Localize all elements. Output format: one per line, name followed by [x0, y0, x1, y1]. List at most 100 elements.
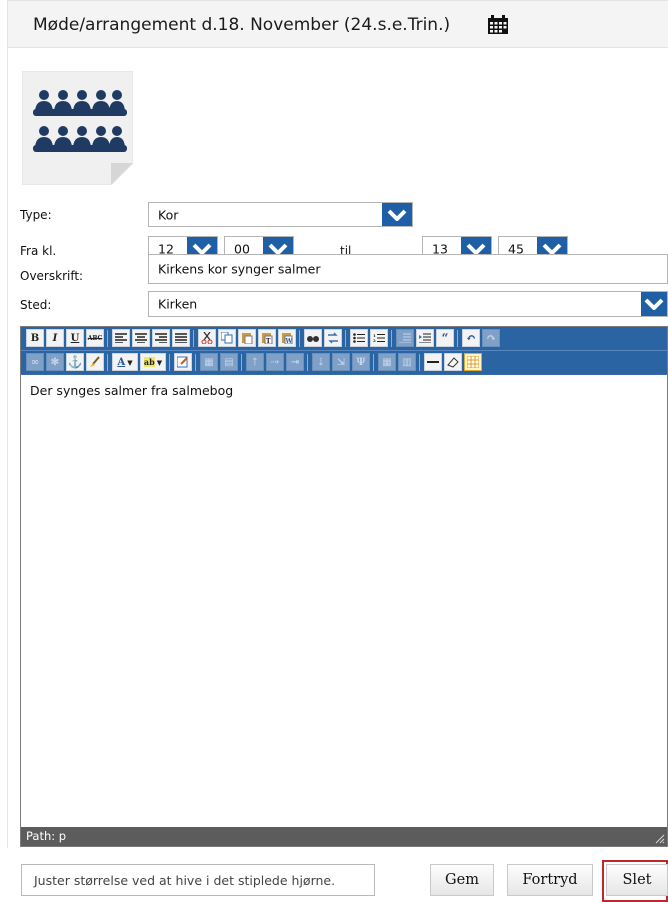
type-dropdown-button[interactable] — [382, 203, 412, 226]
undo-icon: ↶ — [465, 331, 477, 345]
align-right-button[interactable] — [152, 329, 170, 347]
align-left-icon — [115, 333, 127, 343]
type-select[interactable]: Kor — [148, 202, 413, 227]
strikethrough-button[interactable]: ABC — [86, 329, 104, 347]
copy-button[interactable] — [218, 329, 236, 347]
table-props-icon: ▤ — [224, 356, 234, 368]
grid-icon — [467, 356, 479, 368]
unlink-icon: ✻ — [50, 356, 60, 368]
anchor-button[interactable]: ⚓ — [66, 353, 84, 371]
eraser-icon — [447, 357, 459, 368]
heading-input[interactable]: Kirkens kor synger salmer — [148, 254, 668, 284]
editor-content-area[interactable]: Der synges salmer fra salmebog — [21, 375, 667, 827]
underline-button[interactable]: U — [66, 329, 84, 347]
chevron-down-icon — [387, 209, 407, 221]
svg-text:T: T — [266, 338, 271, 344]
paste-word-icon: W — [282, 333, 293, 344]
calendar-icon[interactable] — [487, 15, 509, 35]
place-dropdown-button[interactable] — [641, 292, 667, 316]
row-insert-icon: ⇡ — [250, 356, 260, 368]
numbered-list-button[interactable]: 12 — [370, 329, 388, 347]
resize-handle-icon[interactable] — [653, 832, 665, 844]
delete-button[interactable]: Slet — [606, 864, 668, 896]
split-cells-button[interactable]: Ψ — [352, 353, 370, 371]
heading-label: Overskrift: — [20, 269, 84, 283]
align-center-icon — [135, 333, 147, 343]
numbered-list-icon: 12 — [373, 333, 385, 343]
svg-text:2: 2 — [373, 338, 376, 343]
merge-cells-icon: ⇲ — [336, 356, 346, 368]
cut-icon — [201, 332, 213, 344]
text-color-icon: A — [117, 356, 126, 368]
text-color-button[interactable]: A ▼ — [112, 353, 138, 371]
align-justify-icon — [175, 333, 187, 343]
paste-icon — [242, 333, 253, 344]
replace-icon — [328, 332, 338, 344]
bold-icon: B — [30, 332, 40, 344]
type-select-value: Kor — [158, 207, 179, 222]
replace-button[interactable] — [324, 329, 342, 347]
horizontal-rule-icon — [427, 361, 439, 363]
cleanup-button[interactable] — [86, 353, 104, 371]
highlight-color-button[interactable]: ab ▼ — [140, 353, 166, 371]
remove-format-button[interactable] — [444, 353, 462, 371]
cell-props-button[interactable]: ▦ — [378, 353, 396, 371]
outdent-button[interactable] — [396, 329, 414, 347]
toolbar-separator — [345, 330, 346, 347]
unlink-button[interactable]: ✻ — [46, 353, 64, 371]
bullet-list-icon — [353, 333, 365, 343]
toolbar-separator — [107, 330, 108, 347]
page-title: Møde/arrangement d.18. November (24.s.e.… — [33, 15, 451, 35]
visual-aid-button[interactable] — [464, 353, 482, 371]
toolbar-separator — [307, 354, 308, 371]
col-insert-button[interactable]: ⇥ — [286, 353, 304, 371]
place-select[interactable]: Kirken — [148, 291, 668, 317]
blockquote-button[interactable]: “ — [436, 329, 454, 347]
find-button[interactable] — [304, 329, 322, 347]
cut-button[interactable] — [198, 329, 216, 347]
table-button[interactable]: ▦ — [200, 353, 218, 371]
place-select-value: Kirken — [158, 296, 198, 312]
row-props-button[interactable]: ▥ — [398, 353, 416, 371]
italic-button[interactable]: I — [46, 329, 64, 347]
edit-html-button[interactable] — [174, 353, 192, 371]
paste-word-button[interactable]: W — [278, 329, 296, 347]
horizontal-rule-button[interactable] — [424, 353, 442, 371]
heading-input-value: Kirkens kor synger salmer — [158, 261, 321, 277]
element-path-label: Path: p — [26, 829, 67, 843]
cancel-button[interactable]: Fortryd — [507, 864, 593, 896]
row-delete-button[interactable]: ⇢ — [266, 353, 284, 371]
merge-cells-button[interactable]: ⇲ — [332, 353, 350, 371]
split-cells-icon: Ψ — [356, 356, 366, 368]
table-props-button[interactable]: ▤ — [220, 353, 238, 371]
brush-icon — [90, 356, 100, 367]
paste-button[interactable] — [238, 329, 256, 347]
paste-text-button[interactable]: T — [258, 329, 276, 347]
dropdown-arrow-icon: ▼ — [127, 357, 133, 367]
toolbar-separator — [391, 330, 392, 347]
toolbar-separator — [241, 354, 242, 371]
editor-content-text[interactable]: Der synges salmer fra salmebog — [30, 383, 233, 398]
link-icon: ∞ — [30, 356, 40, 368]
bullet-list-button[interactable] — [350, 329, 368, 347]
toolbar-separator — [107, 354, 108, 371]
bold-button[interactable]: B — [26, 329, 44, 347]
link-button[interactable]: ∞ — [26, 353, 44, 371]
italic-icon: I — [52, 332, 58, 344]
row-insert-button[interactable]: ⇡ — [246, 353, 264, 371]
align-justify-button[interactable] — [172, 329, 190, 347]
toolbar-separator — [195, 354, 196, 371]
align-center-button[interactable] — [132, 329, 150, 347]
align-left-button[interactable] — [112, 329, 130, 347]
editor-status-bar: Path: p — [21, 827, 667, 846]
undo-button[interactable]: ↶ — [462, 329, 480, 347]
row-props-icon: ▥ — [402, 356, 412, 368]
align-right-icon — [155, 333, 167, 343]
left-border — [7, 48, 8, 848]
col-delete-button[interactable]: ⇣ — [312, 353, 330, 371]
save-button[interactable]: Gem — [430, 864, 494, 896]
indent-button[interactable] — [416, 329, 434, 347]
underline-icon: U — [70, 332, 80, 344]
redo-button[interactable]: ↷ — [482, 329, 500, 347]
editor-toolbar-row-2: ∞ ✻ ⚓ A ▼ ab ▼ ▦ ▤ ⇡ ⇢ ⇥ ⇣ ⇲ Ψ ▦ ▥ — [21, 351, 667, 375]
